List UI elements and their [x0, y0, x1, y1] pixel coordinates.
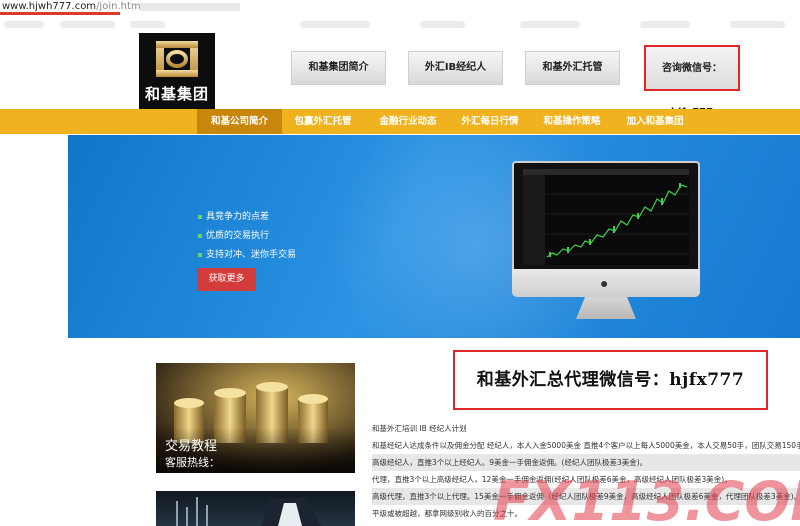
article-line: 和基经纪人达成条件以及佣金分配 经纪人，本人入金5000美金 直推4个客户以上每…	[372, 441, 800, 450]
watermark-logo: FX113.COM	[493, 470, 800, 526]
wechat-agent-banner: 和基外汇总代理微信号：hjfx777	[453, 350, 768, 410]
hero-bullet: 优质的交易执行	[198, 227, 296, 246]
address-bar[interactable]: www.hjwh777.com/join.htm	[0, 0, 800, 16]
nav-item-daily-market[interactable]: 外汇每日行情	[449, 109, 531, 134]
get-more-button[interactable]: 获取更多	[197, 268, 256, 291]
article-line: 和基外汇培训 IB 经纪人计划	[372, 424, 467, 433]
apple-logo-icon: ●	[600, 275, 609, 291]
url-underline-annotation	[0, 12, 120, 15]
header-button-ib-broker[interactable]: 外汇IB经纪人	[408, 51, 503, 85]
imac-frame	[512, 161, 700, 273]
company-logo[interactable]: 和基集团	[139, 33, 215, 109]
svg-text:FX113.COM: FX113.COM	[493, 470, 800, 526]
logo-text: 和基集团	[144, 85, 209, 103]
trading-platform-image	[523, 169, 689, 265]
main-nav: 和基公司简介 包赢外汇托管 金融行业动态 外汇每日行情 和基操作策略 加入和基集…	[0, 109, 800, 134]
wechat-agent-text: 和基外汇总代理微信号：hjfx777	[476, 370, 745, 390]
imac-illustration: ●	[512, 161, 700, 321]
bullet-dot-icon	[198, 234, 202, 238]
imac-stand	[576, 297, 636, 319]
hero-banner: 具竞争力的点差 优质的交易执行 支持对冲、迷你手交易 获取更多 ●	[68, 135, 800, 338]
blurred-area	[140, 3, 240, 11]
hero-bullet: 具竞争力的点差	[198, 208, 296, 227]
business-image-card[interactable]	[156, 491, 355, 526]
blurred-top-strip	[0, 17, 800, 33]
bullet-dot-icon	[198, 253, 202, 257]
hotline-label: 客服热线：	[165, 456, 220, 469]
site-watermark: FX113.COM	[453, 468, 800, 526]
hero-bullet-list: 具竞争力的点差 优质的交易执行 支持对冲、迷你手交易	[198, 208, 296, 265]
trading-chart-screen	[523, 169, 689, 265]
nav-item-industry-news[interactable]: 金融行业动态	[367, 109, 449, 134]
nav-item-company-intro[interactable]: 和基公司简介	[197, 109, 282, 134]
tutorial-title: 交易教程	[165, 439, 218, 454]
nav-item-strategy[interactable]: 和基操作策略	[531, 109, 613, 134]
logo-emblem-icon	[156, 41, 198, 77]
hero-bullet: 支持对冲、迷你手交易	[198, 246, 296, 265]
bullet-dot-icon	[198, 215, 202, 219]
trading-tutorial-card[interactable]: 交易教程 客服热线：	[156, 363, 355, 473]
nav-item-join[interactable]: 加入和基集团	[614, 109, 696, 134]
header-button-about[interactable]: 和基集团简介	[291, 51, 386, 85]
business-photo	[176, 497, 321, 526]
header-button-custody[interactable]: 和基外汇托管	[525, 51, 620, 85]
header-button-wechat[interactable]: 咨询微信号：hjfx777	[644, 45, 740, 118]
address-url[interactable]: www.hjwh777.com/join.htm	[2, 1, 141, 12]
nav-item-custody[interactable]: 包赢外汇托管	[282, 109, 364, 134]
